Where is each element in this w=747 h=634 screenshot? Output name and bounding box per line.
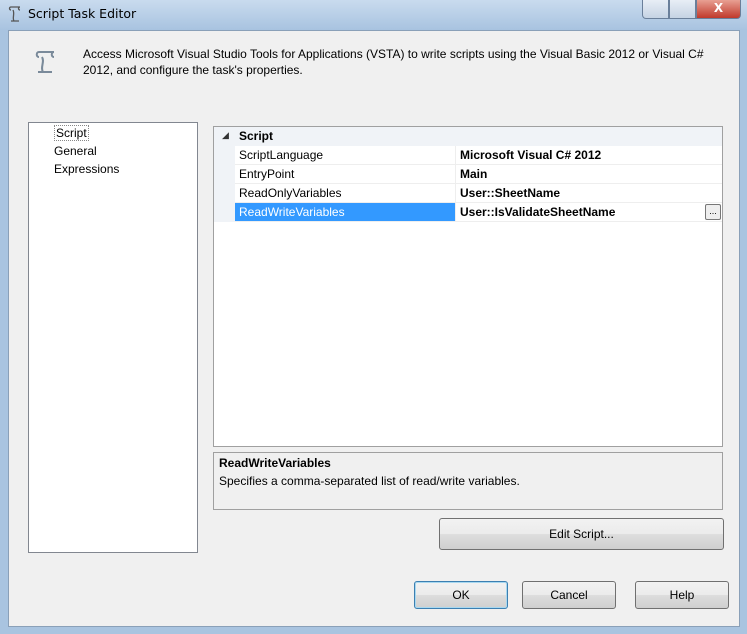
edit-script-button[interactable]: Edit Script... <box>439 518 724 550</box>
nav-item-general[interactable]: General <box>54 144 97 158</box>
ok-button[interactable]: OK <box>414 581 508 609</box>
property-value[interactable]: Microsoft Visual C# 2012 <box>456 146 722 165</box>
property-name: EntryPoint <box>235 165 456 184</box>
nav-item-script[interactable]: Script <box>54 125 89 141</box>
cancel-button[interactable]: Cancel <box>522 581 616 609</box>
property-row-selected[interactable]: ReadWriteVariables User::IsValidateSheet… <box>214 203 722 222</box>
property-value[interactable]: User::IsValidateSheetName <box>456 203 722 222</box>
dialog-body: Access Microsoft Visual Studio Tools for… <box>8 30 740 627</box>
script-scroll-icon <box>35 51 55 73</box>
close-button[interactable]: X <box>696 0 741 19</box>
property-value[interactable]: Main <box>456 165 722 184</box>
property-help-panel: ReadWriteVariables Specifies a comma-sep… <box>213 452 723 510</box>
collapse-arrow-icon[interactable]: ◢ <box>222 130 229 141</box>
property-row[interactable]: ReadOnlyVariables User::SheetName <box>214 184 722 203</box>
category-row-script[interactable]: ◢ Script <box>214 127 722 146</box>
page-navigation-list: Script General Expressions <box>28 122 198 553</box>
property-grid: ◢ Script ScriptLanguage Microsoft Visual… <box>213 126 723 447</box>
title-bar: Script Task Editor X <box>0 0 747 30</box>
help-text: Specifies a comma-separated list of read… <box>219 474 520 488</box>
property-row[interactable]: ScriptLanguage Microsoft Visual C# 2012 <box>214 146 722 165</box>
property-row[interactable]: EntryPoint Main <box>214 165 722 184</box>
property-name: ReadWriteVariables <box>235 203 456 222</box>
help-title: ReadWriteVariables <box>219 456 331 470</box>
window-title: Script Task Editor <box>28 6 137 21</box>
script-icon <box>8 6 21 22</box>
dialog-description: Access Microsoft Visual Studio Tools for… <box>83 47 704 77</box>
property-name: ReadOnlyVariables <box>235 184 456 203</box>
ellipsis-button[interactable]: ... <box>705 204 721 220</box>
property-name: ScriptLanguage <box>235 146 456 165</box>
category-label: Script <box>239 129 274 143</box>
maximize-button[interactable] <box>669 0 696 19</box>
nav-item-expressions[interactable]: Expressions <box>54 162 119 176</box>
property-value[interactable]: User::SheetName <box>456 184 722 203</box>
help-button[interactable]: Help <box>635 581 729 609</box>
minimize-button[interactable] <box>642 0 669 19</box>
